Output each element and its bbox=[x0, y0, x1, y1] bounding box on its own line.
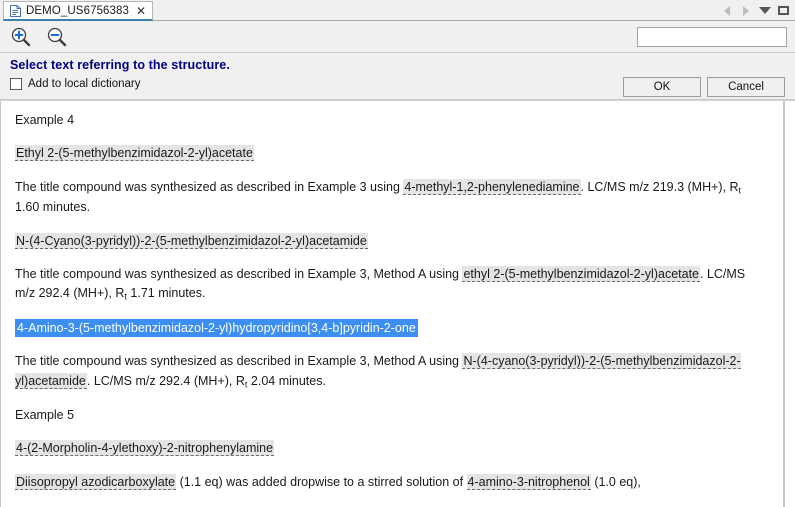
search-input[interactable] bbox=[637, 27, 787, 47]
cancel-button[interactable]: Cancel bbox=[707, 77, 785, 97]
vertical-scrollbar[interactable] bbox=[784, 101, 795, 507]
annotation-span[interactable]: N-(4-cyano(3-pyridyl))-2-(5-methylbenzim… bbox=[15, 353, 741, 388]
annotation-span[interactable]: 4-(2-Morpholin-4-ylethoxy)-2-nitrophenyl… bbox=[15, 440, 274, 456]
tab-bar-empty-space bbox=[153, 1, 717, 21]
annotation-span[interactable]: N-(4-Cyano(3-pyridyl))-2-(5-methylbenzim… bbox=[15, 233, 368, 249]
toolbar bbox=[0, 21, 795, 53]
annotation-span[interactable]: 4-methyl-1,2-phenylenediamine bbox=[403, 179, 580, 195]
document-text[interactable]: Example 4 Ethyl 2-(5-methylbenzimidazol-2… bbox=[0, 101, 784, 507]
annotated-compound-name[interactable]: Ethyl 2-(5-methylbenzimidazol-2-yl)aceta… bbox=[15, 144, 769, 163]
selection-highlight[interactable]: 4-Amino-3-(5-methylbenzimidazol-2-yl)hyd… bbox=[15, 319, 418, 337]
retention-time-subscript: t bbox=[739, 185, 742, 195]
add-to-local-dictionary-checkbox[interactable]: Add to local dictionary bbox=[10, 78, 141, 90]
prompt-buttons: OK Cancel bbox=[623, 77, 785, 97]
next-tab-icon[interactable] bbox=[740, 5, 751, 16]
zoom-in-icon[interactable] bbox=[10, 26, 32, 48]
checkbox-label: Add to local dictionary bbox=[28, 78, 141, 90]
annotated-compound-name[interactable]: 4-(2-Morpholin-4-ylethoxy)-2-nitrophenyl… bbox=[15, 439, 769, 458]
annotation-span[interactable]: Diisopropyl azodicarboxylate bbox=[15, 474, 176, 490]
prompt-title: Select text referring to the structure. bbox=[10, 58, 785, 72]
zoom-out-icon[interactable] bbox=[46, 26, 68, 48]
retention-time-subscript: t bbox=[124, 292, 127, 302]
document-paragraph[interactable]: The title compound was synthesized as de… bbox=[15, 265, 760, 305]
selected-compound-name[interactable]: 4-Amino-3-(5-methylbenzimidazol-2-yl)hyd… bbox=[15, 319, 769, 338]
document-viewport: Example 4 Ethyl 2-(5-methylbenzimidazol-2… bbox=[0, 100, 795, 507]
document-heading: Example 5 bbox=[15, 406, 760, 425]
document-paragraph[interactable]: The title compound was synthesized as de… bbox=[15, 178, 760, 218]
document-paragraph[interactable]: The title compound was synthesized as de… bbox=[15, 352, 760, 392]
annotation-span[interactable]: Ethyl 2-(5-methylbenzimidazol-2-yl)aceta… bbox=[15, 145, 254, 161]
prompt-bar: Select text referring to the structure. … bbox=[0, 53, 795, 100]
toolbar-icon-group bbox=[10, 26, 68, 48]
document-paragraph[interactable]: Diisopropyl azodicarboxylate (1.1 eq) wa… bbox=[15, 473, 760, 492]
annotated-compound-name[interactable]: N-(4-Cyano(3-pyridyl))-2-(5-methylbenzim… bbox=[15, 232, 769, 251]
annotation-span[interactable]: ethyl 2-(5-methylbenzimidazol-2-yl)aceta… bbox=[462, 266, 700, 282]
prev-tab-icon[interactable] bbox=[721, 5, 732, 16]
checkbox-box[interactable] bbox=[10, 78, 22, 90]
maximize-icon[interactable] bbox=[778, 5, 789, 16]
application-window: DEMO_US6756383 ✕ bbox=[0, 0, 795, 507]
tab-label: DEMO_US6756383 bbox=[26, 5, 129, 17]
document-heading: Example 4 bbox=[15, 111, 760, 130]
close-icon[interactable]: ✕ bbox=[134, 5, 146, 17]
ok-button[interactable]: OK bbox=[623, 77, 701, 97]
tab-list-chevron-down-icon[interactable] bbox=[759, 5, 770, 16]
tab-bar-controls bbox=[717, 1, 795, 21]
tab-demo-us6756383[interactable]: DEMO_US6756383 ✕ bbox=[3, 1, 153, 21]
document-icon bbox=[10, 5, 21, 17]
annotation-span[interactable]: 4-amino-3-nitrophenol bbox=[467, 474, 591, 490]
retention-time-subscript: t bbox=[245, 379, 248, 389]
tab-bar: DEMO_US6756383 ✕ bbox=[0, 0, 795, 21]
